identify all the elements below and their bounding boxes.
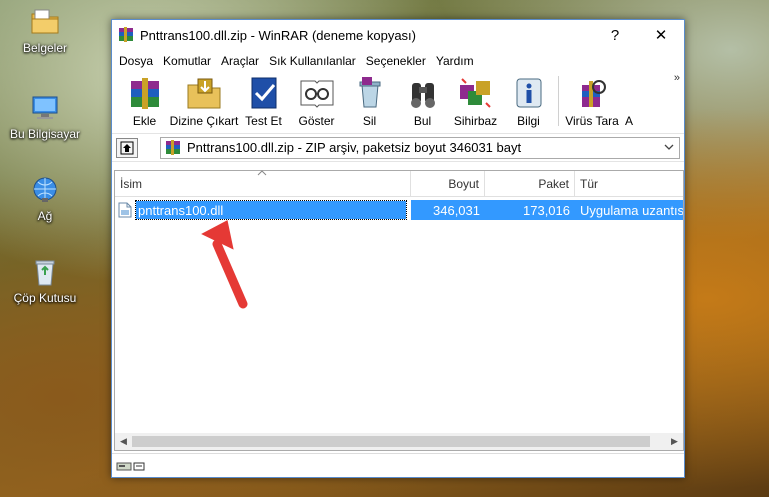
column-headers: İsim Boyut Paket Tür xyxy=(115,168,683,197)
zip-archive-icon xyxy=(165,139,181,156)
annotation-arrow-icon xyxy=(195,212,255,315)
menu-sik-kullanilanlar[interactable]: Sık Kullanılanlar xyxy=(264,54,361,68)
virus-scan-button[interactable]: Virüs Tara xyxy=(562,72,622,128)
toolbar: Ekle Dizine Çıkart Test Et Göster Sil Bu… xyxy=(112,72,684,134)
path-combobox[interactable]: Pnttrans100.dll.zip - ZIP arşiv, paketsi… xyxy=(160,136,680,159)
status-bar xyxy=(112,453,684,477)
tool-label: A xyxy=(624,114,633,128)
window-title: Pnttrans100.dll.zip - WinRAR (deneme kop… xyxy=(140,27,417,43)
column-header-type[interactable]: Tür xyxy=(575,171,683,196)
scroll-left-icon[interactable]: ◀ xyxy=(115,433,132,450)
winrar-app-icon xyxy=(118,27,134,43)
toolbar-overflow-chevron-icon[interactable]: » xyxy=(674,72,680,84)
delete-icon xyxy=(349,74,391,112)
tool-label: Sil xyxy=(362,114,377,128)
desktop-icon-this-pc[interactable]: Bu Bilgisayar xyxy=(5,92,85,141)
tool-label: Dizine Çıkart xyxy=(169,114,239,128)
tool-label: Bilgi xyxy=(517,114,540,128)
address-bar: Pnttrans100.dll.zip - ZIP arşiv, paketsi… xyxy=(112,134,684,162)
cell-type: Uygulama uzantısı xyxy=(575,200,683,220)
tool-label: Virüs Tara xyxy=(565,114,619,128)
cell-size: 346,031 xyxy=(411,200,485,220)
more-tool-button[interactable]: A xyxy=(622,72,636,128)
up-arrow-icon xyxy=(120,141,134,154)
cell-packed: 173,016 xyxy=(485,200,575,220)
up-folder-button[interactable] xyxy=(116,137,138,158)
desktop-icon-documents[interactable]: Belgeler xyxy=(5,6,85,55)
drive-icon[interactable] xyxy=(116,460,146,472)
toolbar-separator xyxy=(558,76,559,126)
tool-label: Test Et xyxy=(245,114,282,128)
extract-icon xyxy=(183,74,225,112)
menu-bar: Dosya Komutlar Araçlar Sık Kullanılanlar… xyxy=(112,50,684,72)
menu-secenekler[interactable]: Seçenekler xyxy=(361,54,431,68)
column-header-packed[interactable]: Paket xyxy=(485,171,575,196)
wizard-icon xyxy=(455,74,497,112)
file-name: pnttrans100.dll xyxy=(135,200,407,220)
virus-scan-icon xyxy=(571,74,613,112)
title-bar[interactable]: Pnttrans100.dll.zip - WinRAR (deneme kop… xyxy=(112,20,684,50)
add-archive-icon xyxy=(124,74,166,112)
menu-araclar[interactable]: Araçlar xyxy=(216,54,264,68)
scroll-thumb[interactable] xyxy=(132,436,650,447)
scroll-right-icon[interactable]: ▶ xyxy=(666,433,683,450)
scroll-track[interactable] xyxy=(132,433,666,450)
network-icon xyxy=(29,174,61,206)
archive-path-text: Pnttrans100.dll.zip - ZIP arşiv, paketsi… xyxy=(187,140,522,155)
desktop-icon-label: Belgeler xyxy=(22,41,68,55)
menu-dosya[interactable]: Dosya xyxy=(114,54,158,68)
tool-label: Göster xyxy=(298,114,335,128)
menu-yardim[interactable]: Yardım xyxy=(431,54,479,68)
view-icon xyxy=(296,74,338,112)
dll-file-icon xyxy=(118,202,132,218)
folder-icon xyxy=(29,6,61,38)
view-button[interactable]: Göster xyxy=(290,72,343,128)
desktop-icon-label: Bu Bilgisayar xyxy=(9,127,81,141)
desktop-icon-recycle-bin[interactable]: Çöp Kutusu xyxy=(5,256,85,305)
info-button[interactable]: Bilgi xyxy=(502,72,555,128)
chevron-down-icon[interactable] xyxy=(659,142,679,154)
computer-icon xyxy=(29,92,61,124)
tool-label: Ekle xyxy=(132,114,157,128)
recycle-bin-icon xyxy=(29,256,61,288)
cell-name: pnttrans100.dll xyxy=(115,200,411,220)
test-icon xyxy=(243,74,285,112)
desktop-icon-label: Ağ xyxy=(37,209,53,223)
close-button[interactable]: ✕ xyxy=(638,20,684,50)
desktop-icon-label: Çöp Kutusu xyxy=(13,291,77,305)
wizard-button[interactable]: Sihirbaz xyxy=(449,72,502,128)
help-button[interactable]: ? xyxy=(592,20,638,50)
delete-button[interactable]: Sil xyxy=(343,72,396,128)
tool-label: Bul xyxy=(413,114,432,128)
more-icon xyxy=(622,74,636,112)
desktop-icon-network[interactable]: Ağ xyxy=(5,174,85,223)
test-button[interactable]: Test Et xyxy=(237,72,290,128)
add-button[interactable]: Ekle xyxy=(118,72,171,128)
menu-komutlar[interactable]: Komutlar xyxy=(158,54,216,68)
column-header-size[interactable]: Boyut xyxy=(411,171,485,196)
find-button[interactable]: Bul xyxy=(396,72,449,128)
find-icon xyxy=(402,74,444,112)
tool-label: Sihirbaz xyxy=(453,114,498,128)
horizontal-scrollbar[interactable]: ◀ ▶ xyxy=(115,433,683,450)
info-icon xyxy=(508,74,550,112)
sort-ascending-icon xyxy=(257,168,267,178)
extract-button[interactable]: Dizine Çıkart xyxy=(169,72,239,128)
